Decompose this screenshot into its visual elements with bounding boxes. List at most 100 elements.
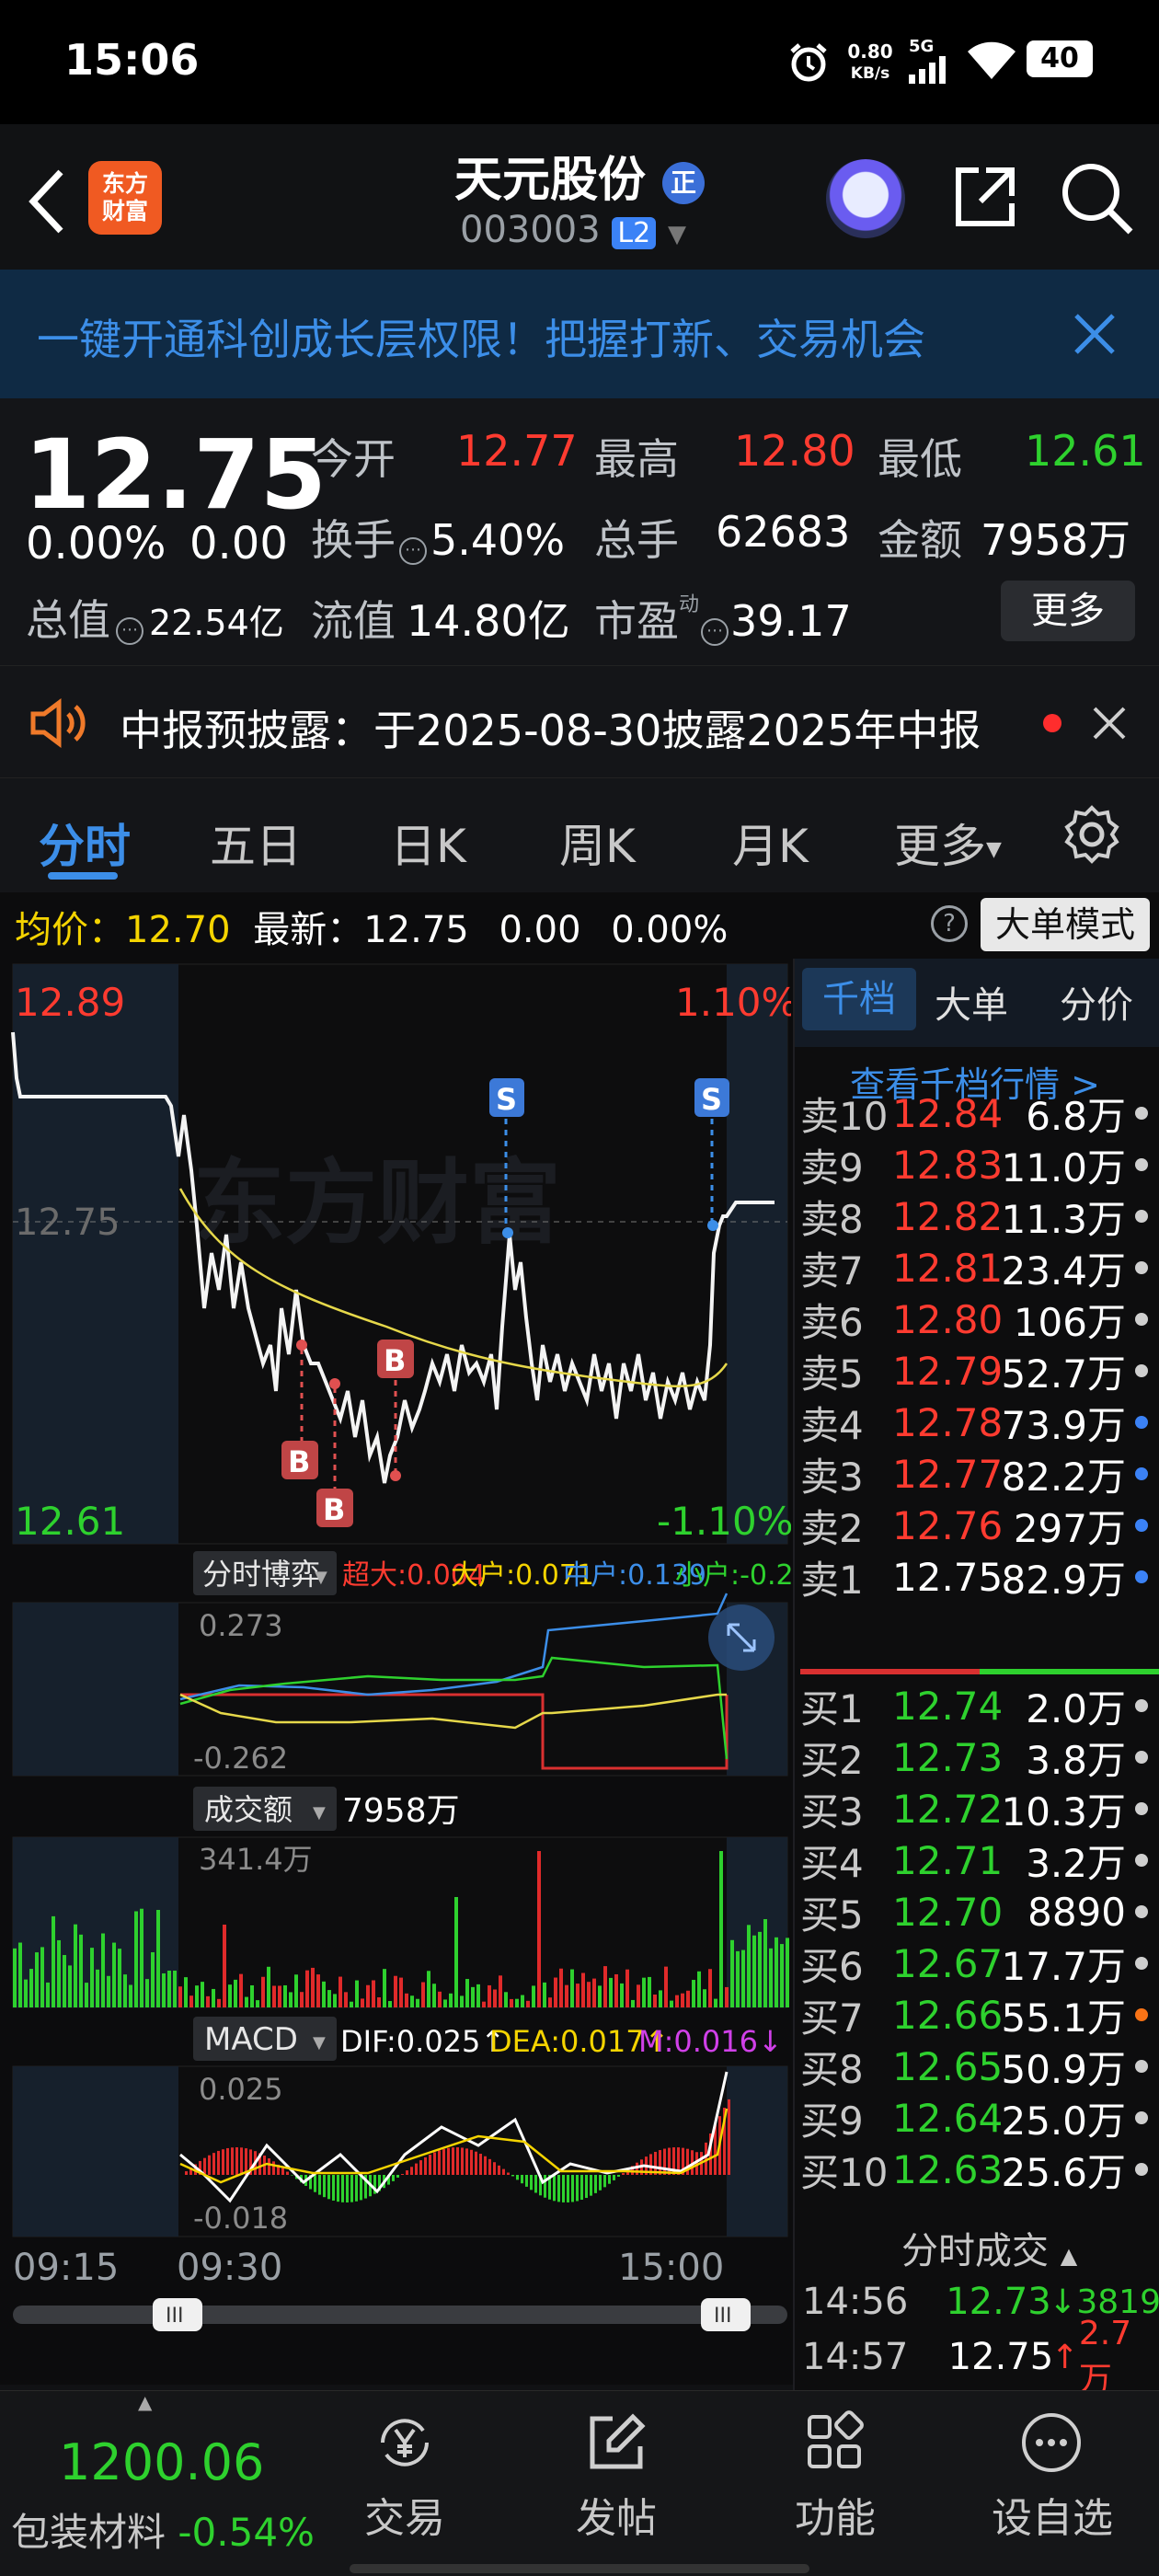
open-value: 12.77: [456, 426, 578, 476]
intraday-charts[interactable]: 东方财富 12.89 1.10% 12.75 12.61 -1.10% S S …: [0, 959, 791, 2339]
info-icon[interactable]: ⋯: [399, 536, 427, 565]
orderbook-row[interactable]: 卖9 12.83 11.0万: [800, 1139, 1159, 1190]
tab-monthly-k[interactable]: 月K: [732, 810, 809, 876]
trade-time: 14:57: [802, 2336, 909, 2378]
orderbook-row[interactable]: 买7 12.66 55.1万: [800, 1989, 1159, 2041]
help-icon[interactable]: ?: [931, 905, 968, 942]
orderbook-row[interactable]: 卖8 12.82 11.3万: [800, 1190, 1159, 1242]
order-volume: 73.9万: [1001, 1402, 1126, 1448]
order-dot: [1135, 1416, 1148, 1429]
game-dropdown[interactable]: 分时博弈: [202, 1557, 320, 1592]
orderbook-row[interactable]: 卖3 12.77 82.2万: [800, 1448, 1159, 1500]
price-mid: 12.75: [15, 1202, 120, 1244]
orderbook-row[interactable]: 卖5 12.79 52.7万: [800, 1345, 1159, 1397]
notice-bar[interactable]: 中报预披露：于2025-08-30披露2025年中报: [0, 665, 1159, 777]
orderbook-row[interactable]: 买8 12.65 50.9万: [800, 2041, 1159, 2092]
orderbook-tab-depth[interactable]: 千档: [802, 968, 916, 1030]
order-volume: 10.3万: [1001, 1788, 1126, 1834]
orderbook-tab-price[interactable]: 分价: [1060, 975, 1133, 1029]
orderbook-row[interactable]: 卖6 12.80 106万: [800, 1294, 1159, 1345]
orderbook-row[interactable]: 卖2 12.76 297万: [800, 1500, 1159, 1551]
info-icon[interactable]: ⋯: [116, 616, 143, 645]
promo-banner[interactable]: 一键开通科创成长层权限！把握打新、交易机会: [0, 270, 1159, 398]
search-icon[interactable]: [1058, 159, 1135, 240]
orderbook-row[interactable]: 买10 12.63 25.6万: [800, 2144, 1159, 2195]
orderbook-tab-bigorder[interactable]: 大单: [935, 975, 1008, 1029]
orderbook-row[interactable]: 买3 12.72 10.3万: [800, 1783, 1159, 1834]
big-order-mode-button[interactable]: 大单模式: [981, 898, 1150, 951]
macd-bar: [622, 2173, 625, 2175]
order-level: 买6: [800, 1943, 864, 1989]
trades-title[interactable]: 分时成交 ▲: [901, 2221, 1077, 2274]
macd-dropdown[interactable]: MACD: [204, 2021, 298, 2058]
add-watchlist-button[interactable]: 设自选: [992, 2408, 1113, 2544]
order-level: 卖6: [800, 1299, 864, 1345]
orderbook-row[interactable]: 买5 12.70 8890: [800, 1886, 1159, 1938]
orderbook-row[interactable]: 卖1 12.75 82.9万: [800, 1551, 1159, 1603]
orderbook-row[interactable]: 卖7 12.81 23.4万: [800, 1242, 1159, 1294]
order-level: 卖8: [800, 1196, 864, 1242]
amount-max: 341.4万: [199, 1842, 313, 1877]
sector-pct: -0.54%: [178, 2510, 315, 2555]
close-icon[interactable]: [1091, 705, 1128, 745]
trade-price: 12.73: [946, 2281, 1051, 2323]
macd-bar: [516, 2175, 519, 2180]
net-speed: 0.80 KB/s: [843, 40, 898, 85]
signal-label: 5G: [909, 37, 935, 56]
macd-bar: [493, 2162, 496, 2175]
order-volume: 11.0万: [1001, 1144, 1126, 1190]
orderbook-row[interactable]: 买4 12.71 3.2万: [800, 1834, 1159, 1886]
amount-bar: [598, 1985, 602, 2007]
order-volume: 11.3万: [1001, 1196, 1126, 1242]
stock-code-selector[interactable]: 003003 L2 ▼: [460, 209, 686, 251]
tab-minute[interactable]: 分时: [39, 810, 131, 876]
orderbook-row[interactable]: 卖4 12.78 73.9万: [800, 1397, 1159, 1448]
pct-bottom: -1.10%: [657, 1499, 791, 1544]
orderbook-row[interactable]: 买1 12.74 2.0万: [800, 1680, 1159, 1731]
stock-code: 003003: [460, 209, 601, 251]
amount-bar: [775, 1937, 778, 2007]
settings-gear-icon[interactable]: [1061, 804, 1122, 868]
orderbook-row[interactable]: 买6 12.67 17.7万: [800, 1938, 1159, 1989]
sector-index-value[interactable]: 1200.06: [59, 2433, 264, 2491]
tab-more[interactable]: 更多▼: [894, 810, 1002, 876]
order-price: 12.81: [892, 1245, 1004, 1291]
close-icon[interactable]: [1071, 310, 1119, 362]
sell-marker-label: S: [701, 1082, 722, 1117]
orderbook-row[interactable]: 买9 12.64 25.0万: [800, 2092, 1159, 2144]
amount-dropdown[interactable]: 成交额: [204, 1792, 293, 1827]
order-price: 12.71: [892, 1837, 1004, 1883]
info-icon[interactable]: ⋯: [701, 617, 729, 646]
macd-bar: [314, 2175, 316, 2192]
tab-weekly-k[interactable]: 周K: [559, 810, 636, 876]
quote-panel: 12.75 0.00% 0.00 总值 ⋯ 22.54亿 今开 12.77 最高 1…: [0, 398, 1159, 665]
back-icon[interactable]: [24, 165, 70, 242]
macd-bar: [470, 2149, 473, 2175]
amount-bar: [427, 1971, 430, 2007]
robot-assistant-icon[interactable]: [826, 159, 905, 238]
signal-5g-icon: 5G: [909, 37, 953, 87]
share-icon[interactable]: [947, 161, 1021, 238]
tab-daily-k[interactable]: 日K: [390, 810, 466, 876]
amount-bar: [499, 1975, 502, 2007]
sector-row[interactable]: 包装材料 -0.54%: [11, 2501, 315, 2558]
macd-bar: [286, 2171, 289, 2175]
net-speed-value: 0.80: [847, 40, 893, 63]
amount-bar: [763, 1918, 767, 2007]
more-button[interactable]: 更多: [1001, 581, 1135, 641]
bottom-toolbar: ▲ 1200.06 包装材料 -0.54% 交易 发帖 功能 设自选: [0, 2390, 1159, 2576]
macd-bar: [567, 2175, 569, 2202]
buy-marker-label: B: [384, 1343, 406, 1378]
orderbook-row[interactable]: 卖10 12.84 6.8万: [800, 1087, 1159, 1139]
tab-five-day[interactable]: 五日: [210, 810, 302, 876]
add-watchlist-label: 设自选: [992, 2495, 1113, 2542]
tab-active-underline: [48, 872, 118, 880]
macd-bar: [392, 2175, 395, 2181]
trade-button[interactable]: 交易: [359, 2408, 451, 2544]
orderbook-row[interactable]: 买2 12.73 3.8万: [800, 1731, 1159, 1783]
time-scrollbar[interactable]: [13, 2306, 787, 2324]
eastmoney-logo[interactable]: 东方财富: [88, 161, 162, 235]
amount-bar: [339, 1976, 342, 2007]
post-button[interactable]: 发帖: [570, 2408, 662, 2544]
function-button[interactable]: 功能: [789, 2408, 881, 2544]
